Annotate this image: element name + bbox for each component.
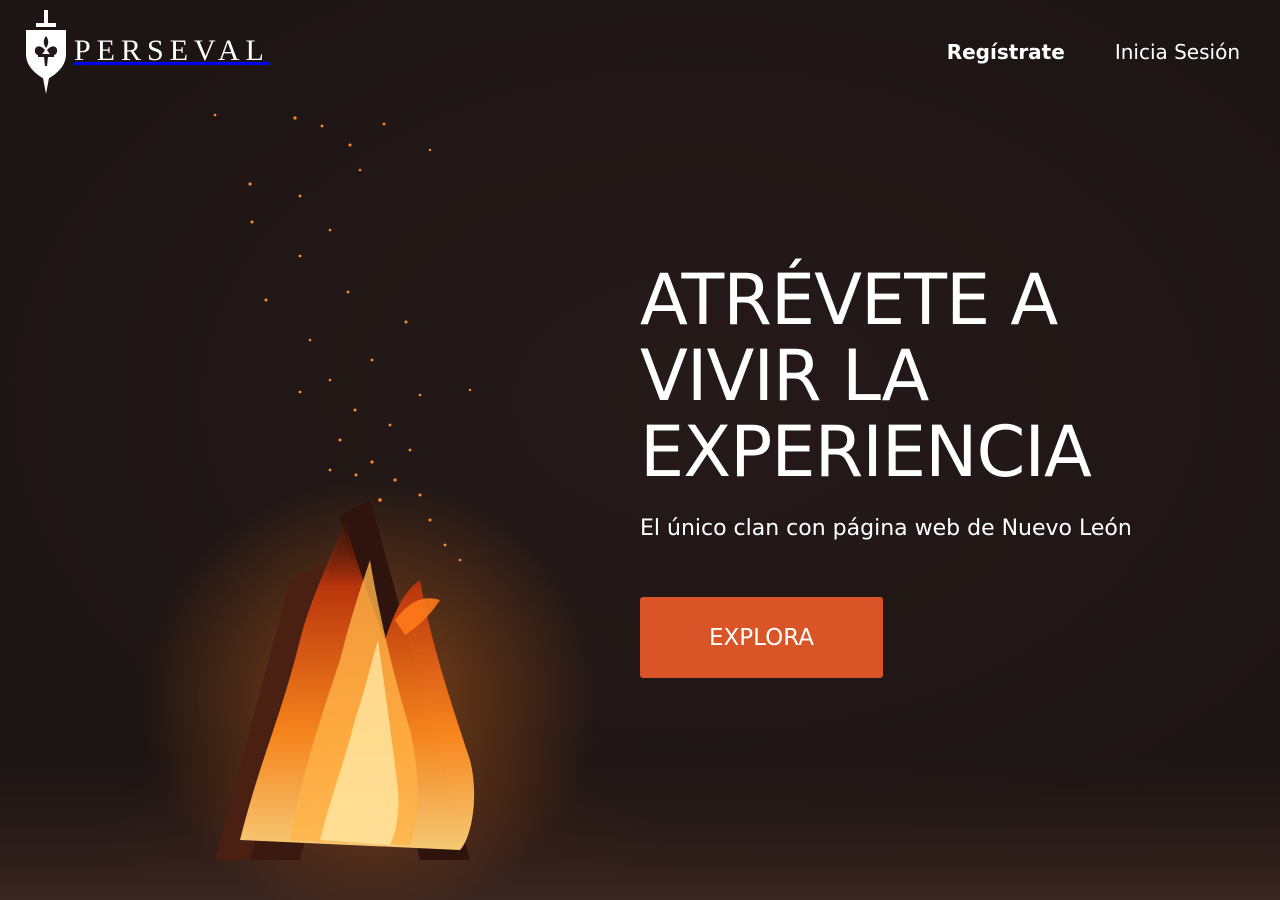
hero-section: ATRÉVETE A VIVIR LA EXPERIENCIA El único… bbox=[640, 262, 1240, 678]
top-nav: Regístrate Inicia Sesión bbox=[947, 40, 1240, 64]
brand-logo[interactable]: PERSEVAL bbox=[24, 10, 270, 94]
explore-button[interactable]: EXPLORA bbox=[640, 597, 883, 678]
register-link[interactable]: Regístrate bbox=[947, 40, 1065, 64]
shield-sword-icon bbox=[26, 10, 66, 94]
hero-subtitle: El único clan con página web de Nuevo Le… bbox=[640, 516, 1132, 541]
hero-title-line: EXPERIENCIA bbox=[640, 411, 1092, 493]
landing-page: PERSEVAL Regístrate Inicia Sesión ATRÉVE… bbox=[0, 0, 1280, 900]
login-link[interactable]: Inicia Sesión bbox=[1115, 40, 1240, 64]
hero-title: ATRÉVETE A VIVIR LA EXPERIENCIA bbox=[640, 262, 1240, 490]
hero-title-line: ATRÉVETE A bbox=[640, 259, 1058, 341]
hero-title-line: VIVIR LA bbox=[640, 335, 929, 417]
brand-name: PERSEVAL bbox=[74, 34, 270, 67]
site-header: PERSEVAL Regístrate Inicia Sesión bbox=[0, 0, 1280, 100]
